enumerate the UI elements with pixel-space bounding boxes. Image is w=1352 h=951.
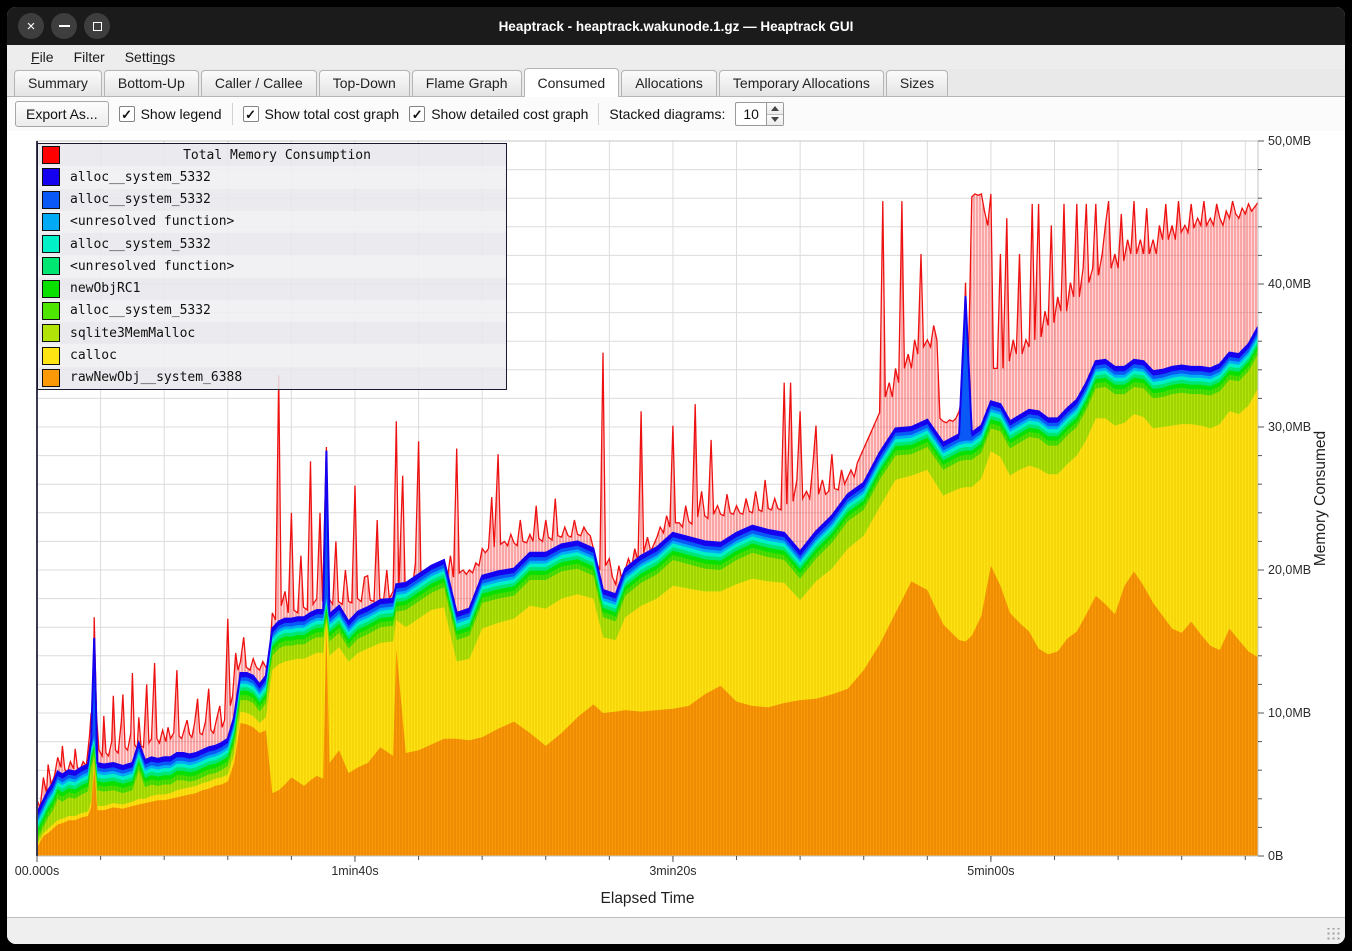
- legend-swatch-icon: [42, 168, 60, 186]
- svg-text:40,0MB: 40,0MB: [1268, 277, 1311, 291]
- legend-label: alloc__system_5332: [70, 170, 211, 185]
- resize-grip-icon[interactable]: [1326, 928, 1341, 941]
- status-bar: [7, 917, 1345, 944]
- legend-swatch-icon: [42, 213, 60, 231]
- checkbox-show-total-cost-graph[interactable]: ✓ Show total cost graph: [243, 106, 400, 122]
- tab-flame-graph[interactable]: Flame Graph: [412, 70, 522, 96]
- svg-text:10,0MB: 10,0MB: [1268, 706, 1311, 720]
- close-icon: ×: [27, 18, 36, 35]
- x-axis-title: Elapsed Time: [601, 890, 695, 907]
- toolbar-separator: [232, 103, 233, 125]
- legend-label: rawNewObj__system_6388: [70, 370, 242, 385]
- tab-temporary-allocations[interactable]: Temporary Allocations: [719, 70, 884, 96]
- svg-text:5min00s: 5min00s: [967, 864, 1014, 878]
- y-axis-title: Memory Consumed: [1312, 431, 1329, 566]
- maximize-icon: [93, 22, 102, 31]
- export-as-button[interactable]: Export As...: [15, 101, 109, 127]
- legend-swatch-icon: [42, 280, 60, 298]
- checkmark-icon: ✓: [409, 106, 425, 122]
- tab-top-down[interactable]: Top-Down: [319, 70, 410, 96]
- legend-item-sqlite3memmalloc: sqlite3MemMalloc: [38, 322, 506, 344]
- legend-item-alloc-system-5332: alloc__system_5332: [38, 166, 506, 188]
- close-button[interactable]: ×: [18, 13, 44, 39]
- menu-bar: FileFilterSettings: [7, 45, 1345, 69]
- svg-text:30,0MB: 30,0MB: [1268, 420, 1311, 434]
- checkmark-icon: ✓: [243, 106, 259, 122]
- legend-item-rawnewobj-system-6388: rawNewObj__system_6388: [38, 367, 506, 389]
- svg-text:20,0MB: 20,0MB: [1268, 563, 1311, 577]
- app-window: × Heaptrack - heaptrack.wakunode.1.gz — …: [7, 7, 1345, 944]
- toolbar: Export As... ✓ Show legend ✓ Show total cos…: [7, 97, 1345, 131]
- legend-item-alloc-system-5332: alloc__system_5332: [38, 233, 506, 255]
- stacked-diagrams-spinner[interactable]: 10: [735, 102, 784, 126]
- legend-swatch-icon: [42, 347, 60, 365]
- svg-text:50,0MB: 50,0MB: [1268, 134, 1311, 148]
- legend-swatch-icon: [42, 191, 60, 209]
- legend-label: Total Memory Consumption: [70, 148, 484, 163]
- chevron-down-icon: [771, 117, 779, 122]
- legend-item-total-memory-consumption: Total Memory Consumption: [38, 144, 506, 166]
- svg-text:3min20s: 3min20s: [649, 864, 696, 878]
- tab-bottom-up[interactable]: Bottom-Up: [104, 70, 199, 96]
- legend-label: sqlite3MemMalloc: [70, 326, 195, 341]
- svg-text:1min40s: 1min40s: [331, 864, 378, 878]
- legend-swatch-icon: [42, 302, 60, 320]
- menu-file[interactable]: File: [21, 47, 64, 67]
- tab-summary[interactable]: Summary: [14, 70, 102, 96]
- spinner-up-button[interactable]: [767, 103, 783, 115]
- legend-label: alloc__system_5332: [70, 237, 211, 252]
- checkbox-show-legend[interactable]: ✓ Show legend: [119, 106, 222, 122]
- checkbox-label: Show legend: [141, 106, 222, 122]
- spinner-arrows: [766, 103, 783, 125]
- legend-item-newobjrc1: newObjRC1: [38, 278, 506, 300]
- legend-label: <unresolved function>: [70, 214, 234, 229]
- tab-allocations[interactable]: Allocations: [621, 70, 717, 96]
- spinner-down-button[interactable]: [767, 115, 783, 126]
- menu-settings[interactable]: Settings: [115, 47, 186, 67]
- legend-item-unresolved-function: <unresolved function>: [38, 211, 506, 233]
- menu-filter[interactable]: Filter: [64, 47, 115, 67]
- minimize-button[interactable]: [51, 13, 77, 39]
- spinner-value[interactable]: 10: [736, 103, 766, 125]
- tab-caller-callee[interactable]: Caller / Callee: [201, 70, 317, 96]
- minimize-icon: [59, 25, 70, 27]
- tab-sizes[interactable]: Sizes: [886, 70, 948, 96]
- chart-area: 00.000s 1min40s 3min20s 5min00s 0B 10,0MB 20,0…: [7, 131, 1345, 917]
- legend-label: <unresolved function>: [70, 259, 234, 274]
- legend-swatch-icon: [42, 146, 60, 164]
- tab-consumed[interactable]: Consumed: [524, 68, 620, 97]
- legend-label: calloc: [70, 348, 117, 363]
- chart-legend: Total Memory Consumption alloc__system_53…: [37, 143, 507, 390]
- chevron-up-icon: [771, 106, 779, 111]
- checkbox-label: Show total cost graph: [265, 106, 400, 122]
- svg-text:00.000s: 00.000s: [15, 864, 59, 878]
- maximize-button[interactable]: [84, 13, 110, 39]
- title-bar: × Heaptrack - heaptrack.wakunode.1.gz — …: [7, 7, 1345, 45]
- checkbox-label: Show detailed cost graph: [431, 106, 588, 122]
- legend-label: alloc__system_5332: [70, 303, 211, 318]
- legend-item-alloc-system-5332: alloc__system_5332: [38, 300, 506, 322]
- legend-swatch-icon: [42, 257, 60, 275]
- stacked-diagrams-label: Stacked diagrams:: [609, 106, 725, 122]
- legend-item-unresolved-function: <unresolved function>: [38, 255, 506, 277]
- legend-label: newObjRC1: [70, 281, 140, 296]
- legend-swatch-icon: [42, 369, 60, 387]
- svg-text:0B: 0B: [1268, 849, 1283, 863]
- window-title: Heaptrack - heaptrack.wakunode.1.gz — He…: [7, 19, 1345, 34]
- legend-item-calloc: calloc: [38, 344, 506, 366]
- tab-bar: SummaryBottom-UpCaller / CalleeTop-DownF…: [7, 69, 1345, 97]
- legend-swatch-icon: [42, 235, 60, 253]
- legend-label: alloc__system_5332: [70, 192, 211, 207]
- legend-swatch-icon: [42, 324, 60, 342]
- checkmark-icon: ✓: [119, 106, 135, 122]
- toolbar-separator: [598, 103, 599, 125]
- window-controls: ×: [18, 7, 110, 45]
- checkbox-show-detailed-cost-graph[interactable]: ✓ Show detailed cost graph: [409, 106, 588, 122]
- legend-item-alloc-system-5332: alloc__system_5332: [38, 189, 506, 211]
